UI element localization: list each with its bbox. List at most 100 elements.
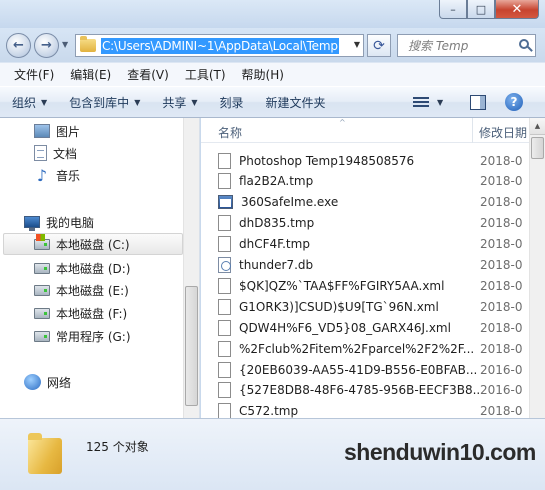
menu-help[interactable]: 帮助(H) xyxy=(234,66,292,83)
file-name: QDW4H%F6_VD5}08_GARX46J.xml xyxy=(239,320,451,335)
file-name: dhCF4F.tmp xyxy=(239,237,310,252)
close-button[interactable]: ✕ xyxy=(495,0,539,19)
address-bar[interactable]: C:\Users\ADMINI~1\AppData\Local\Temp ▼ xyxy=(75,34,364,57)
folder-icon xyxy=(28,433,62,474)
file-icon xyxy=(218,215,231,232)
nav-item-label: 本地磁盘 (F:) xyxy=(56,306,128,321)
file-date-modified: 2018-0 xyxy=(480,404,523,418)
column-name[interactable]: 名称 xyxy=(218,124,242,141)
watermark: shenduwin10.com xyxy=(344,439,536,465)
refresh-button[interactable]: ⟳ xyxy=(367,34,391,57)
organize-button[interactable]: 组织 ▼ xyxy=(12,94,47,111)
file-row[interactable]: $QK]QZ%`TAA$FF%FGIRY5AA.xml 2018-0 xyxy=(218,275,528,296)
column-divider[interactable] xyxy=(472,118,473,143)
file-name: fla2B2A.tmp xyxy=(239,174,314,189)
file-name: dhD835.tmp xyxy=(239,216,315,231)
file-row[interactable]: {20EB6039-AA55-41D9-B556-E0BFAB... 2016-0 xyxy=(218,359,528,380)
system-drive-icon xyxy=(34,233,50,250)
new-folder-button[interactable]: 新建文件夹 xyxy=(266,94,326,111)
drive-icon xyxy=(34,262,50,274)
arrow-left-icon: ← xyxy=(13,38,24,53)
drive-icon xyxy=(34,307,50,319)
nav-item-label: 网络 xyxy=(47,375,72,390)
drive-icon xyxy=(34,284,50,296)
file-icon xyxy=(218,382,231,399)
window-controls: – □ ✕ xyxy=(439,0,539,19)
file-row[interactable]: {527E8DB8-48F6-4785-956B-EECF3B8... 2016-… xyxy=(218,380,528,401)
file-name: thunder7.db xyxy=(239,258,314,272)
file-row[interactable]: C572.tmp 2018-0 xyxy=(218,401,528,418)
sort-arrow-icon: ^ xyxy=(339,118,346,127)
nav-scrollbar-thumb[interactable] xyxy=(185,286,198,406)
address-row: ← → ▼ C:\Users\ADMINI~1\AppData\Local\Te… xyxy=(0,28,545,62)
file-row[interactable]: 360SafeIme.exe 2018-0 xyxy=(218,192,528,213)
menu-edit[interactable]: 编辑(E) xyxy=(62,66,119,83)
nav-item-drive-c[interactable]: 本地磁盘 (C:) xyxy=(3,233,183,255)
file-list: ^ 名称 修改日期 Photoshop Temp1948508576 2018-0… xyxy=(201,118,545,418)
file-date-modified: 2018-0 xyxy=(480,341,523,356)
scroll-up-arrow[interactable]: ▲ xyxy=(530,118,545,135)
file-date-modified: 2018-0 xyxy=(480,174,523,189)
file-icon xyxy=(218,340,231,357)
back-button[interactable]: ← xyxy=(6,33,31,58)
file-row[interactable]: fla2B2A.tmp 2018-0 xyxy=(218,171,528,192)
chevron-down-icon[interactable]: ▼ xyxy=(437,98,443,107)
file-icon xyxy=(218,152,231,169)
chevron-down-icon: ▼ xyxy=(41,97,48,107)
nav-item-music[interactable]: ♪ 音乐 xyxy=(34,164,80,186)
search-icon[interactable] xyxy=(519,39,529,49)
menu-file[interactable]: 文件(F) xyxy=(6,66,62,83)
file-icon xyxy=(218,236,231,253)
address-dropdown[interactable]: ▼ xyxy=(354,40,360,49)
file-row[interactable]: thunder7.db 2018-0 xyxy=(218,255,528,276)
nav-item-drive-g[interactable]: 常用程序 (G:) xyxy=(34,325,131,347)
nav-item-pictures[interactable]: 图片 xyxy=(34,120,80,142)
menu-tools[interactable]: 工具(T) xyxy=(177,66,234,83)
exe-file-icon xyxy=(218,195,233,210)
file-row[interactable]: %2Fclub%2Fitem%2Fparcel%2F2%2F... 2018-0 xyxy=(218,338,528,359)
file-row[interactable]: dhCF4F.tmp 2018-0 xyxy=(218,234,528,255)
address-path[interactable]: C:\Users\ADMINI~1\AppData\Local\Temp xyxy=(101,37,339,54)
command-toolbar: 组织 ▼ 包含到库中 ▼ 共享 ▼ 刻录 新建文件夹 ▼ ? xyxy=(0,86,545,118)
nav-item-drive-d[interactable]: 本地磁盘 (D:) xyxy=(34,257,130,279)
menu-view[interactable]: 查看(V) xyxy=(119,66,177,83)
column-date-modified[interactable]: 修改日期 xyxy=(479,124,527,141)
file-list-scrollbar-thumb[interactable] xyxy=(531,137,544,159)
file-row[interactable]: Photoshop Temp1948508576 2018-0 xyxy=(218,150,528,171)
file-icon xyxy=(218,277,231,294)
details-pane: 125 个对象 shenduwin10.com xyxy=(0,418,545,490)
nav-item-network[interactable]: 网络 xyxy=(24,371,71,393)
search-input[interactable]: 搜索 Temp xyxy=(397,34,536,57)
file-date-modified: 2018-0 xyxy=(480,153,523,168)
forward-button[interactable]: → xyxy=(34,33,59,58)
file-name: %2Fclub%2Fitem%2Fparcel%2F2%2F... xyxy=(239,341,475,356)
title-bar: – □ ✕ xyxy=(0,0,545,28)
chevron-down-icon: ▼ xyxy=(191,97,198,107)
view-options-icon[interactable] xyxy=(413,95,429,109)
nav-scrollbar[interactable] xyxy=(183,118,199,418)
nav-item-computer[interactable]: 我的电脑 xyxy=(24,211,94,233)
navigation-pane: 图片 文档 ♪ 音乐 我的电脑 本地磁盘 (C:) 本地磁盘 (D:) 本地磁盘… xyxy=(0,118,200,418)
computer-icon xyxy=(24,216,40,231)
file-row[interactable]: QDW4H%F6_VD5}08_GARX46J.xml 2018-0 xyxy=(218,317,528,338)
file-row[interactable]: G1ORK3)]CSUD)$U9[TG`96N.xml 2018-0 xyxy=(218,296,528,317)
nav-item-documents[interactable]: 文档 xyxy=(34,142,77,164)
share-button[interactable]: 共享 ▼ xyxy=(162,94,197,111)
minimize-button[interactable]: – xyxy=(439,0,467,19)
file-row[interactable]: dhD835.tmp 2018-0 xyxy=(218,213,528,234)
nav-item-drive-f[interactable]: 本地磁盘 (F:) xyxy=(34,302,127,324)
burn-button[interactable]: 刻录 xyxy=(220,94,244,111)
nav-item-label: 本地磁盘 (D:) xyxy=(56,261,131,276)
file-list-scrollbar[interactable]: ▲ xyxy=(529,118,545,418)
help-icon[interactable]: ? xyxy=(505,93,523,111)
nav-item-drive-e[interactable]: 本地磁盘 (E:) xyxy=(34,279,129,301)
organize-label: 组织 xyxy=(12,95,37,110)
recent-pages-dropdown[interactable]: ▼ xyxy=(62,40,68,49)
file-name: 360SafeIme.exe xyxy=(241,195,339,210)
preview-pane-icon[interactable] xyxy=(470,95,486,110)
database-file-icon xyxy=(218,257,231,273)
maximize-button[interactable]: □ xyxy=(467,0,495,19)
drive-icon xyxy=(34,330,50,342)
include-in-library-button[interactable]: 包含到库中 ▼ xyxy=(69,94,140,111)
file-date-modified: 2018-0 xyxy=(480,258,523,272)
